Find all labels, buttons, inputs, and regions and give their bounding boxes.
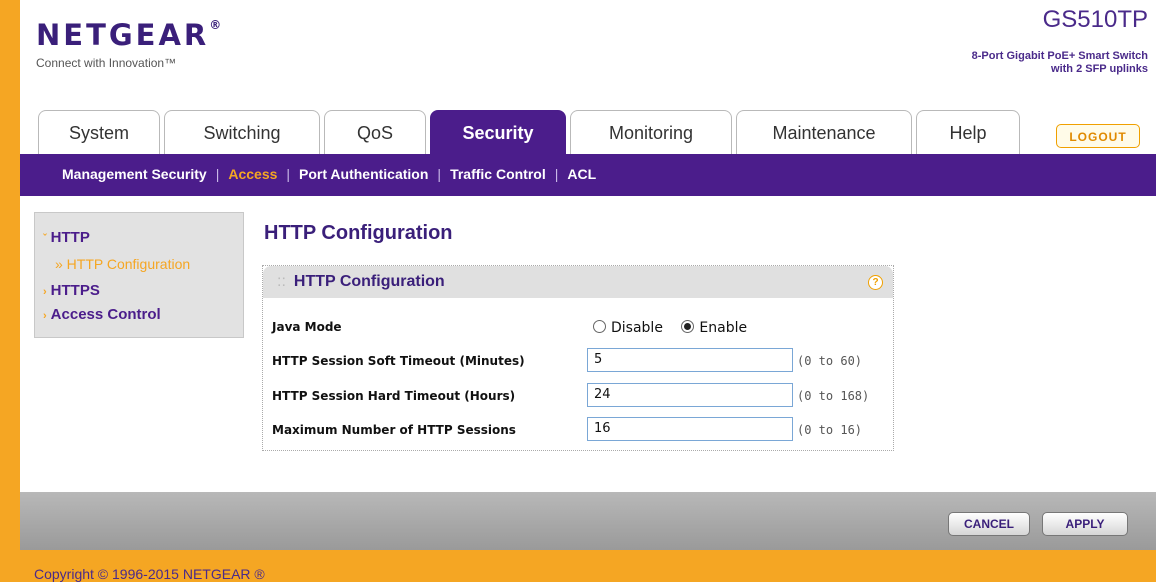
page: NETGEAR® Connect with Innovation™ GS510T… — [0, 0, 1156, 582]
panel-header: :: HTTP Configuration ? — [263, 266, 893, 298]
hard-timeout-label: HTTP Session Hard Timeout (Hours) — [272, 389, 516, 403]
chevron-right-icon: › — [43, 310, 47, 322]
cancel-button[interactable]: CANCEL — [948, 512, 1030, 536]
subnav-separator: | — [554, 166, 559, 182]
subnav-separator: | — [215, 166, 220, 182]
leftnav-http[interactable]: ˇ HTTP — [43, 229, 90, 246]
sub-navigation: Management Security | Access | Port Authenti… — [20, 154, 1156, 196]
panel-title: :: HTTP Configuration — [277, 273, 445, 290]
chevron-down-icon: ˇ — [43, 233, 47, 245]
radio-enable[interactable] — [681, 320, 695, 333]
subnav-acl[interactable]: ACL — [567, 166, 596, 182]
tab-monitoring[interactable]: Monitoring — [570, 110, 732, 156]
copyright: Copyright © 1996-2015 NETGEAR ® — [34, 566, 265, 582]
leftnav-http-configuration[interactable]: » HTTP Configuration — [55, 256, 190, 272]
tagline: Connect with Innovation™ — [36, 56, 177, 70]
drag-handle-icon: :: — [277, 273, 286, 290]
tab-qos[interactable]: QoS — [324, 110, 426, 156]
subnav-management-security[interactable]: Management Security — [62, 166, 207, 182]
subnav-port-authentication[interactable]: Port Authentication — [299, 166, 428, 182]
java-mode-enable-option[interactable]: Enable — [681, 320, 747, 336]
tab-system[interactable]: System — [38, 110, 160, 156]
subnav-access[interactable]: Access — [228, 166, 277, 182]
leftnav-access-control[interactable]: › Access Control — [43, 306, 161, 323]
leftnav-https[interactable]: › HTTPS — [43, 282, 100, 299]
logout-button[interactable]: LOGOUT — [1056, 124, 1140, 148]
subnav-separator: | — [437, 166, 442, 182]
max-sessions-range: (0 to 16) — [797, 423, 863, 437]
page-title: HTTP Configuration — [264, 222, 453, 244]
soft-timeout-label: HTTP Session Soft Timeout (Minutes) — [272, 354, 525, 368]
tab-maintenance[interactable]: Maintenance — [736, 110, 912, 156]
hard-timeout-range: (0 to 168) — [797, 389, 870, 403]
model-description: 8-Port Gigabit PoE+ Smart Switch with 2 … — [971, 50, 1148, 75]
model-name: GS510TP — [1042, 6, 1148, 33]
java-mode-radio-group: Disable Enable — [593, 320, 747, 336]
radio-disable[interactable] — [593, 320, 606, 333]
subnav-traffic-control[interactable]: Traffic Control — [450, 166, 546, 182]
soft-timeout-range: (0 to 60) — [797, 354, 863, 368]
left-navigation: ˇ HTTP » HTTP Configuration › HTTPS › Acces… — [34, 212, 244, 338]
java-mode-disable-option[interactable]: Disable — [593, 320, 663, 336]
chevron-right-icon: › — [43, 286, 47, 298]
java-mode-label: Java Mode — [272, 320, 342, 334]
hard-timeout-input[interactable]: 24 — [587, 383, 793, 407]
help-icon[interactable]: ? — [868, 275, 883, 290]
apply-button[interactable]: APPLY — [1042, 512, 1128, 536]
http-configuration-panel: :: HTTP Configuration ? Java Mode Disable… — [262, 265, 894, 451]
soft-timeout-input[interactable]: 5 — [587, 348, 793, 372]
subnav-separator: | — [286, 166, 291, 182]
max-sessions-label: Maximum Number of HTTP Sessions — [272, 423, 516, 437]
max-sessions-input[interactable]: 16 — [587, 417, 793, 441]
tab-help[interactable]: Help — [916, 110, 1020, 156]
tab-switching[interactable]: Switching — [164, 110, 320, 156]
netgear-logo: NETGEAR® — [36, 18, 222, 52]
